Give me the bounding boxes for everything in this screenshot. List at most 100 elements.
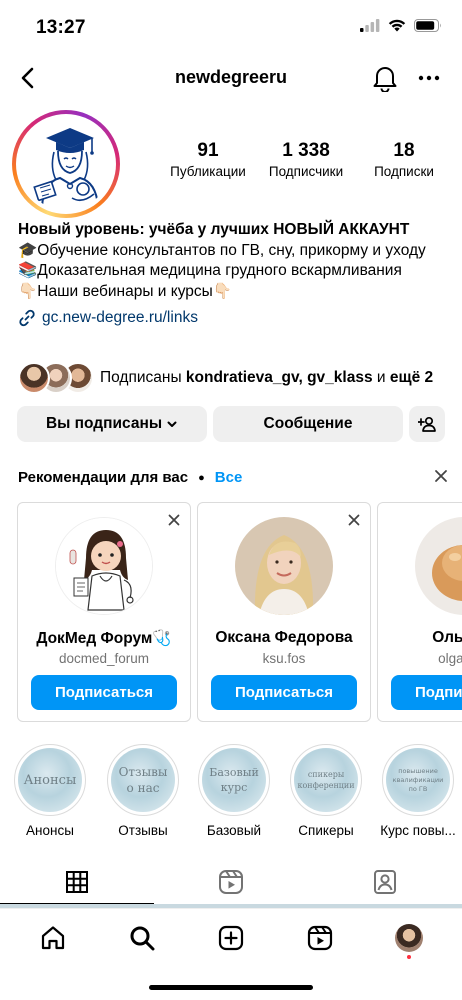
- status-icons: [360, 19, 442, 32]
- suggestion-card[interactable]: Ольга М olga_ma Подписаться: [377, 502, 462, 722]
- suggestion-name: Ольга М: [432, 629, 462, 646]
- follow-button[interactable]: Подписаться: [211, 675, 357, 710]
- reels-icon: [219, 870, 243, 894]
- status-bar: 13:27: [0, 0, 462, 54]
- posts-stat[interactable]: 91 Публикации: [160, 140, 256, 179]
- following-label: Подписки: [374, 164, 434, 179]
- suggestion-name: ДокМед Форум🩺: [36, 630, 172, 647]
- nav-search[interactable]: [120, 916, 164, 960]
- highlight-label: Курс повы...: [380, 823, 456, 838]
- suggestion-card[interactable]: ДокМед Форум🩺 docmed_forum Подписаться: [17, 502, 191, 722]
- profile-action-buttons: Вы подписаны Сообщение: [17, 406, 445, 442]
- bio-link-text: gc.new-degree.ru/links: [42, 309, 198, 326]
- suggestion-name: Оксана Федорова: [215, 629, 353, 646]
- profile-bio: Новый уровень: учёба у лучших НОВЫЙ АККА…: [18, 220, 448, 329]
- highlight-cover: повышение квалификации по ГВ: [386, 748, 450, 812]
- followers-stat[interactable]: 1 338 Подписчики: [258, 140, 354, 179]
- highlight-cover: Анонсы: [18, 748, 82, 812]
- avatar: [235, 517, 333, 615]
- suggestions-header: Рекомендации для вас ● Все: [18, 469, 448, 486]
- highlight-label: Отзывы: [118, 823, 168, 838]
- profile-avatar-story-ring[interactable]: [12, 110, 120, 218]
- bread-photo: [415, 517, 462, 615]
- new-post-icon: [218, 925, 244, 950]
- status-time: 13:27: [36, 17, 86, 38]
- chevron-down-icon: [167, 421, 177, 427]
- cellular-signal-icon: [360, 19, 380, 32]
- tab-posts-grid[interactable]: [0, 860, 154, 904]
- notifications-button[interactable]: [372, 64, 398, 97]
- highlight-cover: Базовый курс: [202, 748, 266, 812]
- following-stat[interactable]: 18 Подписки: [356, 140, 452, 179]
- graduate-mother-logo: [33, 128, 99, 207]
- nav-home[interactable]: [31, 916, 75, 960]
- followed-by-avatars: [18, 362, 94, 394]
- follow-button[interactable]: Подписаться: [31, 675, 177, 710]
- highlight-label: Спикеры: [298, 823, 354, 838]
- profile-header: newdegreeru: [0, 54, 462, 102]
- add-user-icon: [418, 416, 436, 432]
- message-button[interactable]: Сообщение: [213, 406, 403, 442]
- follow-button[interactable]: Подписаться: [391, 675, 462, 710]
- woman-portrait-photo: [235, 517, 333, 615]
- suggestions-carousel[interactable]: ДокМед Форум🩺 docmed_forum Подписаться О…: [17, 502, 462, 724]
- nav-profile[interactable]: [387, 916, 431, 960]
- posts-label: Публикации: [170, 164, 246, 179]
- followed-by[interactable]: Подписаны kondratieva_gv, gv_klass и ещё…: [18, 362, 433, 394]
- bio-line: 🎓Обучение консультантов по ГВ, сну, прик…: [18, 241, 426, 259]
- close-suggestions-button[interactable]: [434, 469, 448, 487]
- posts-count: 91: [197, 140, 219, 161]
- suggestion-handle: docmed_forum: [58, 651, 150, 666]
- close-icon: [348, 514, 360, 526]
- grid-icon: [66, 871, 88, 893]
- avatar: [395, 923, 424, 952]
- bottom-navigation: [0, 908, 462, 966]
- tab-tagged[interactable]: [308, 860, 462, 904]
- notification-dot: [407, 954, 412, 959]
- link-icon: [19, 310, 35, 327]
- following-button-label: Вы подписаны: [45, 415, 163, 432]
- close-icon: [168, 514, 180, 526]
- battery-icon: [414, 19, 441, 32]
- suggest-people-button[interactable]: [409, 406, 445, 442]
- tagged-icon: [374, 870, 396, 894]
- profile-tabs: [0, 860, 462, 904]
- bio-link[interactable]: gc.new-degree.ru/links: [18, 308, 448, 329]
- reels-icon: [308, 925, 333, 950]
- suggestion-card[interactable]: Оксана Федорова ksu.fos Подписаться: [197, 502, 371, 722]
- bell-icon: [373, 67, 397, 93]
- bio-line: 👇🏻Наши вебинары и курсы👇🏻: [18, 282, 233, 300]
- message-button-label: Сообщение: [263, 415, 353, 432]
- search-icon: [130, 926, 155, 950]
- highlight-item[interactable]: спикеры конференции Спикеры: [288, 744, 364, 838]
- highlight-cover: спикеры конференции: [294, 748, 358, 812]
- profile-avatar: [20, 118, 112, 210]
- highlight-item[interactable]: Отзывы о нас Отзывы: [105, 744, 181, 838]
- followers-count: 1 338: [282, 140, 330, 161]
- following-button[interactable]: Вы подписаны: [17, 406, 207, 442]
- bio-line: 📚Доказательная медицина грудного вскармл…: [18, 262, 402, 279]
- close-icon: [435, 470, 447, 482]
- highlight-label: Анонсы: [26, 823, 74, 838]
- highlight-item[interactable]: Анонсы Анонсы: [12, 744, 88, 838]
- nav-reels[interactable]: [298, 916, 342, 960]
- nav-new-post[interactable]: [209, 916, 253, 960]
- see-all-link[interactable]: Все: [215, 469, 243, 486]
- wifi-icon: [388, 19, 406, 32]
- followers-label: Подписчики: [268, 164, 344, 179]
- avatar: [415, 517, 462, 615]
- highlight-label: Базовый: [206, 823, 262, 838]
- avatar: [55, 517, 153, 615]
- tab-reels[interactable]: [154, 860, 308, 904]
- separator-dot: ●: [198, 471, 205, 484]
- home-indicator: [149, 985, 313, 990]
- story-highlights: Анонсы Анонсы Отзывы о нас Отзывы Базовы…: [0, 744, 462, 844]
- home-icon: [41, 925, 64, 949]
- doctor-cartoon-illustration: [56, 518, 152, 614]
- more-options-button[interactable]: [418, 64, 440, 97]
- profile-stats: 91 Публикации 1 338 Подписчики 18 Подпис…: [160, 140, 452, 179]
- dismiss-suggestion-button[interactable]: [348, 513, 360, 531]
- highlight-item[interactable]: повышение квалификации по ГВ Курс повы..…: [378, 744, 458, 838]
- highlight-item[interactable]: Базовый курс Базовый: [196, 744, 272, 838]
- dismiss-suggestion-button[interactable]: [168, 513, 180, 531]
